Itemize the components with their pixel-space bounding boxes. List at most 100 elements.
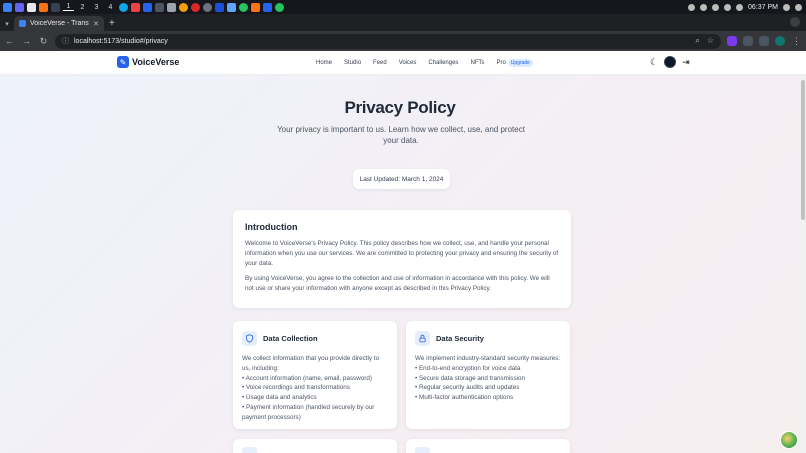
browser-menu-icon[interactable]: ⋮ — [791, 36, 802, 47]
url-text: localhost:5173/studio#/privacy — [74, 37, 168, 45]
workspace-4[interactable]: 4 — [105, 4, 116, 11]
terminal-icon[interactable] — [155, 2, 164, 12]
brave-icon[interactable] — [131, 2, 140, 12]
zoom-icon[interactable]: ⌕ — [695, 36, 699, 46]
data-collection-heading: Data Collection — [263, 334, 318, 343]
back-icon[interactable]: ← — [4, 36, 15, 46]
list-item: • Usage data and analytics — [242, 394, 317, 402]
volume-icon[interactable] — [724, 3, 732, 11]
favicon-icon — [19, 20, 26, 27]
files-icon[interactable] — [27, 2, 36, 12]
vscode-icon[interactable] — [263, 2, 272, 12]
window-menu-icon[interactable] — [790, 17, 800, 27]
github-icon[interactable] — [203, 2, 212, 12]
site-header: ✎ VoiceVerse Home Studio Feed Voices Cha… — [0, 51, 806, 75]
profile-icon[interactable] — [775, 36, 785, 46]
list-item: • Multi-factor authentication options — [415, 394, 514, 402]
policy-card — [406, 439, 570, 453]
vscode-icon[interactable] — [143, 2, 152, 12]
close-tab-icon[interactable]: ✕ — [93, 20, 99, 28]
scrollbar-thumb[interactable] — [801, 80, 805, 220]
data-collection-lead: We collect information that you provide … — [242, 355, 380, 372]
app-icon[interactable] — [167, 2, 176, 12]
launcher-icon[interactable] — [3, 2, 12, 12]
header-actions: ☾ ⇥ — [650, 56, 690, 68]
avatar[interactable] — [664, 56, 677, 68]
mic-icon[interactable] — [700, 3, 708, 11]
app-icon[interactable] — [215, 2, 224, 12]
list-item: • Voice recordings and transformations — [242, 384, 350, 392]
power-icon[interactable] — [795, 3, 802, 11]
nav-feed[interactable]: Feed — [373, 60, 387, 66]
lock-icon[interactable] — [783, 3, 790, 11]
introduction-paragraph-1: Welcome to VoiceVerse's Privacy Policy. … — [245, 240, 559, 267]
privacy-page: Privacy Policy Your privacy is important… — [0, 75, 800, 453]
app-icon[interactable] — [227, 2, 236, 12]
battery-icon[interactable] — [736, 3, 744, 11]
section-icon — [415, 447, 430, 453]
firefox-icon[interactable] — [39, 2, 48, 12]
browser-toolbar: ← → ↻ ⓘ localhost:5173/studio#/privacy ⌕… — [0, 31, 806, 51]
nav-pro-label: Pro — [496, 60, 506, 66]
mic-logo-icon: ✎ — [117, 56, 129, 68]
tab-search-icon[interactable]: ▾ — [0, 17, 14, 31]
chrome-icon[interactable] — [239, 2, 248, 12]
forward-icon[interactable]: → — [21, 36, 32, 46]
section-icon — [242, 447, 257, 453]
introduction-heading: Introduction — [245, 222, 298, 232]
workspace-3[interactable]: 3 — [91, 4, 102, 11]
system-tray: 06:37 PM — [688, 0, 802, 14]
nav-voices[interactable]: Voices — [399, 60, 417, 66]
introduction-paragraph-2: By using VoiceVerse, you agree to the co… — [245, 275, 550, 292]
theme-toggle-icon[interactable]: ☾ — [650, 57, 658, 68]
nav-studio[interactable]: Studio — [344, 60, 361, 66]
new-tab-icon[interactable]: + — [109, 16, 115, 31]
assistant-fab-icon[interactable] — [780, 431, 798, 449]
app-icon[interactable] — [15, 2, 24, 12]
list-item: • Account information (name, email, pass… — [242, 374, 372, 382]
list-item: • Payment information (handled securely … — [242, 403, 375, 421]
app-icon[interactable] — [191, 2, 200, 12]
upgrade-badge: Upgrade — [507, 59, 533, 67]
bell-icon[interactable] — [712, 3, 720, 11]
os-taskbar: 1 2 3 4 06:37 PM — [0, 0, 806, 14]
reload-icon[interactable]: ↻ — [38, 36, 49, 47]
logout-icon[interactable]: ⇥ — [682, 57, 690, 68]
browser-tab[interactable]: VoiceVerse - Transform ✕ — [14, 16, 104, 31]
nav-pro[interactable]: Pro Upgrade — [496, 59, 533, 67]
data-security-card: Data Security We implement industry-stan… — [406, 321, 570, 429]
page-title: Privacy Policy — [344, 98, 456, 117]
chrome-icon[interactable] — [179, 2, 188, 12]
site-info-icon[interactable]: ⓘ — [62, 36, 69, 46]
app-icon[interactable] — [119, 2, 128, 12]
data-collection-card: Data Collection We collect information t… — [233, 321, 397, 429]
wifi-icon[interactable] — [688, 3, 696, 11]
nav-nfts[interactable]: NFTs — [470, 60, 484, 66]
list-item: • End-to-end encryption for voice data — [415, 364, 521, 372]
main-nav: Home Studio Feed Voices Challenges NFTs … — [316, 51, 533, 75]
nav-home[interactable]: Home — [316, 60, 332, 66]
site-logo[interactable]: ✎ VoiceVerse — [117, 56, 179, 68]
last-updated-badge: Last Updated: March 1, 2024 — [353, 169, 450, 189]
whatsapp-icon[interactable] — [275, 2, 284, 12]
data-security-lead: We implement industry-standard security … — [415, 355, 561, 362]
extensions-puzzle-icon[interactable] — [743, 36, 753, 46]
sidepanel-icon[interactable] — [759, 36, 769, 46]
browser-tabbar: ▾ VoiceVerse - Transform ✕ + — [0, 14, 806, 31]
list-item: • Regular security audits and updates — [415, 384, 520, 392]
workspace-2[interactable]: 2 — [77, 4, 88, 11]
policy-card — [233, 439, 397, 453]
logo-text: VoiceVerse — [132, 57, 180, 67]
extension-icon[interactable] — [727, 36, 737, 46]
lock-icon — [415, 331, 430, 346]
list-item: • Secure data storage and transmission — [415, 374, 526, 382]
workspace-1[interactable]: 1 — [63, 3, 74, 11]
nav-challenges[interactable]: Challenges — [428, 60, 458, 66]
data-security-heading: Data Security — [436, 334, 484, 343]
terminal-icon[interactable] — [51, 2, 60, 12]
page-subtitle: Your privacy is important to us. Learn h… — [277, 125, 525, 145]
clock: 06:37 PM — [748, 3, 778, 11]
bookmark-star-icon[interactable]: ☆ — [707, 36, 714, 46]
address-bar[interactable]: ⓘ localhost:5173/studio#/privacy ⌕ ☆ — [55, 33, 721, 49]
brave-icon[interactable] — [251, 2, 260, 12]
